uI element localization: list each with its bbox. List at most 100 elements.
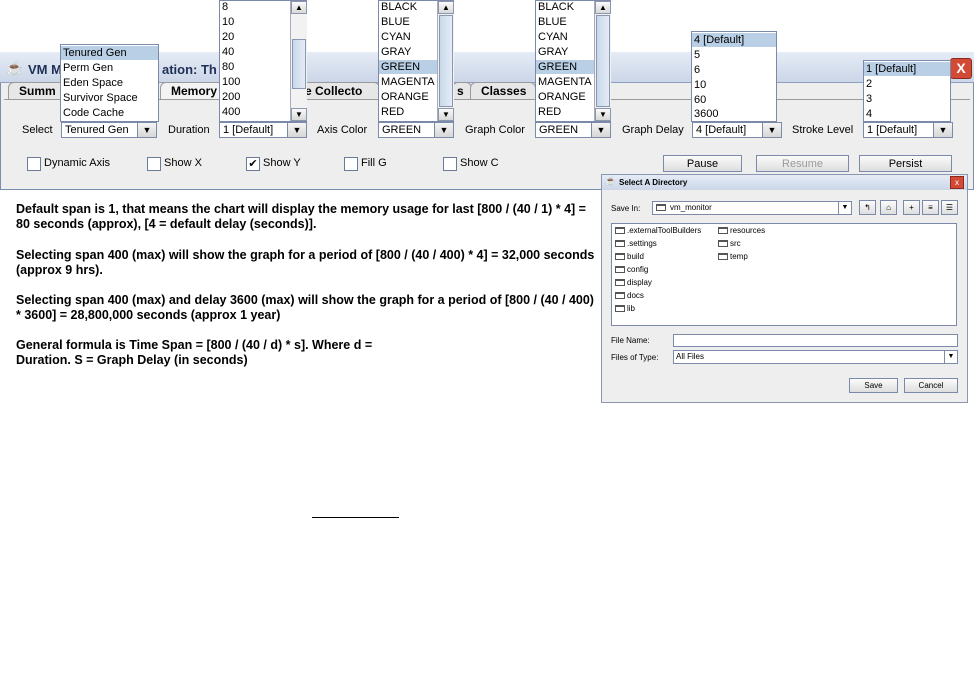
list-item[interactable]: docs	[615, 291, 644, 301]
list-item[interactable]: BLUE	[538, 16, 567, 29]
list-item[interactable]: GREEN	[381, 61, 420, 74]
checkbox-box[interactable]	[443, 157, 457, 171]
files-of-type-combo[interactable]: All Files ▼	[673, 350, 958, 364]
list-item[interactable]: .externalToolBuilders	[615, 226, 701, 236]
list-item[interactable]: 60	[694, 94, 706, 107]
list-item[interactable]: 3600	[694, 108, 718, 121]
list-item[interactable]: 5	[694, 49, 700, 62]
list-item[interactable]: 100	[222, 76, 240, 89]
list-item[interactable]: GRAY	[538, 46, 568, 59]
list-item[interactable]: 8	[222, 1, 228, 14]
list-item[interactable]: RED	[538, 106, 561, 119]
list-item[interactable]: config	[615, 265, 648, 275]
close-button[interactable]: X	[950, 58, 972, 79]
scroll-up-icon[interactable]: ▲	[291, 1, 307, 14]
chevron-down-icon[interactable]: ▼	[838, 202, 851, 214]
scroll-up-icon[interactable]: ▲	[595, 1, 611, 14]
details-view-button[interactable]: ☰	[941, 200, 958, 215]
checkbox-box[interactable]	[27, 157, 41, 171]
list-item[interactable]: 6	[694, 64, 700, 77]
scrollbar[interactable]: ▲ ▼	[437, 1, 454, 121]
checkmark-icon[interactable]: ✔	[246, 157, 260, 171]
list-item[interactable]: Code Cache	[63, 107, 124, 120]
list-item[interactable]: 200	[222, 91, 240, 104]
select-combo[interactable]: Tenured Gen ▼	[61, 122, 157, 138]
scrollbar[interactable]: ▲ ▼	[594, 1, 611, 121]
up-folder-button[interactable]: ↰	[859, 200, 876, 215]
resume-button[interactable]: Resume	[756, 155, 849, 172]
save-button[interactable]: Save	[849, 378, 898, 393]
list-item[interactable]: RED	[381, 106, 404, 119]
list-item[interactable]: 1 [Default]	[866, 63, 916, 76]
scroll-thumb[interactable]	[596, 15, 610, 107]
duration-combo[interactable]: 1 [Default] ▼	[219, 122, 307, 138]
list-item[interactable]: display	[615, 278, 652, 288]
list-item[interactable]: Perm Gen	[63, 62, 113, 75]
chevron-down-icon[interactable]: ▼	[591, 123, 610, 137]
list-item[interactable]: Tenured Gen	[63, 47, 127, 60]
file-list[interactable]	[611, 223, 957, 326]
list-item[interactable]: ORANGE	[538, 91, 586, 104]
scrollbar[interactable]: ▲ ▼	[290, 1, 307, 121]
axis-color-combo[interactable]: GREEN ▼	[378, 122, 454, 138]
list-item[interactable]: 20	[222, 31, 234, 44]
chevron-down-icon[interactable]: ▼	[434, 123, 453, 137]
list-item[interactable]: 3	[866, 93, 872, 106]
scroll-thumb[interactable]	[439, 15, 453, 107]
list-item[interactable]: MAGENTA	[381, 76, 435, 89]
list-item[interactable]: 80	[222, 61, 234, 74]
list-item[interactable]: .settings	[615, 239, 657, 249]
scroll-down-icon[interactable]: ▼	[291, 108, 307, 121]
list-item[interactable]: lib	[615, 304, 635, 314]
list-item[interactable]: MAGENTA	[538, 76, 592, 89]
list-item[interactable]: Survivor Space	[63, 92, 138, 105]
list-item[interactable]: BLUE	[381, 16, 410, 29]
save-in-combo[interactable]: vm_monitor ▼	[652, 201, 852, 215]
list-item[interactable]: 4	[866, 108, 872, 121]
list-item[interactable]: 10	[222, 16, 234, 29]
scroll-down-icon[interactable]: ▼	[438, 108, 454, 121]
chevron-down-icon[interactable]: ▼	[137, 123, 156, 137]
list-item[interactable]: Eden Space	[63, 77, 123, 90]
scroll-up-icon[interactable]: ▲	[438, 1, 454, 14]
new-folder-button[interactable]: +	[903, 200, 920, 215]
chevron-down-icon[interactable]: ▼	[287, 123, 306, 137]
chevron-down-icon[interactable]: ▼	[933, 123, 952, 137]
graph-delay-combo[interactable]: 4 [Default] ▼	[692, 122, 782, 138]
list-item[interactable]: CYAN	[538, 31, 568, 44]
list-item[interactable]: CYAN	[381, 31, 411, 44]
list-item[interactable]: 40	[222, 46, 234, 59]
list-item[interactable]: src	[718, 239, 741, 249]
list-item[interactable]: 2	[866, 78, 872, 91]
list-item[interactable]: 4 [Default]	[694, 34, 744, 47]
graph-color-combo[interactable]: GREEN ▼	[535, 122, 611, 138]
list-item[interactable]: GREEN	[538, 61, 577, 74]
list-item[interactable]: temp	[718, 252, 748, 262]
persist-button[interactable]: Persist	[859, 155, 952, 172]
list-item[interactable]: 400	[222, 106, 240, 119]
list-item[interactable]: ORANGE	[381, 91, 429, 104]
chevron-down-icon[interactable]: ▼	[944, 351, 957, 363]
list-item[interactable]: BLACK	[538, 1, 574, 14]
scroll-thumb[interactable]	[292, 39, 306, 89]
checkbox-box[interactable]	[147, 157, 161, 171]
tab-memory[interactable]: Memory	[160, 82, 224, 99]
stroke-level-combo[interactable]: 1 [Default] ▼	[863, 122, 953, 138]
close-button[interactable]: x	[950, 176, 964, 189]
tab-summary[interactable]: Summ	[8, 82, 66, 99]
list-item[interactable]: 10	[694, 79, 706, 92]
home-folder-button[interactable]: ⌂	[880, 200, 897, 215]
file-name-field[interactable]	[673, 334, 958, 347]
list-item[interactable]: GRAY	[381, 46, 411, 59]
pause-button[interactable]: Pause	[663, 155, 742, 172]
tab-classes[interactable]: Classes	[470, 82, 536, 99]
list-item[interactable]: BLACK	[381, 1, 417, 14]
cancel-button[interactable]: Cancel	[904, 378, 958, 393]
scroll-down-icon[interactable]: ▼	[595, 108, 611, 121]
checkbox-box[interactable]	[344, 157, 358, 171]
tab-threads[interactable]: s	[452, 82, 472, 99]
list-item[interactable]: resources	[718, 226, 765, 236]
chevron-down-icon[interactable]: ▼	[762, 123, 781, 137]
list-view-button[interactable]: ≡	[922, 200, 939, 215]
list-item[interactable]: build	[615, 252, 644, 262]
